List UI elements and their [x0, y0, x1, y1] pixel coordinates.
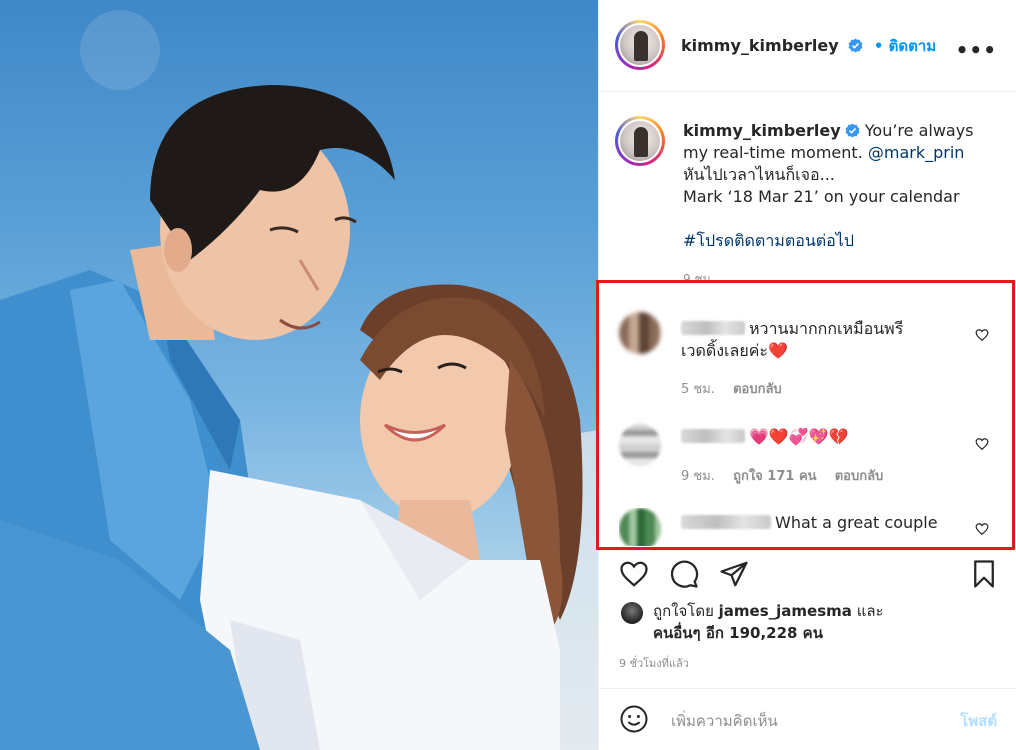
- caption-username[interactable]: kimmy_kimberley: [683, 121, 841, 140]
- comment-like-heart-icon[interactable]: [975, 437, 989, 451]
- header-user-line: kimmy_kimberley • ติดตาม: [681, 34, 936, 58]
- couple-photo-illustration: [0, 10, 598, 750]
- caption-avatar[interactable]: [615, 116, 665, 166]
- comment-text: What a great couple: [775, 513, 938, 532]
- author-avatar[interactable]: [615, 20, 665, 70]
- comment-item: หวานมากกกเหมือนพรีเวดดิ้งเลยค่ะ❤️ 5 ชม. …: [619, 312, 999, 402]
- likes-text: ถูกใจโดย james_jamesma และ คนอื่นๆ อีก 1…: [653, 600, 993, 644]
- post-photo[interactable]: [0, 0, 598, 750]
- caption-hashtag-link[interactable]: #โปรดติดตามตอนต่อไป: [683, 231, 854, 250]
- comment-text: 💗❤️💞💖💔: [749, 427, 849, 446]
- header-username[interactable]: kimmy_kimberley: [681, 36, 839, 55]
- share-paper-plane-icon[interactable]: [719, 559, 749, 589]
- liker-avatar[interactable]: [621, 602, 643, 624]
- comment-text-block: 💗❤️💞💖💔: [681, 426, 941, 448]
- comment-like-heart-icon[interactable]: [975, 522, 989, 536]
- comment-text-block: What a great couple: [681, 512, 941, 534]
- post-header: kimmy_kimberley • ติดตาม •••: [599, 0, 1016, 92]
- comment-item: What a great couple: [619, 508, 999, 546]
- comment-meta: 9 ชม. ถูกใจ 171 คน ตอบกลับ: [681, 465, 897, 486]
- comment-bubble-icon[interactable]: [669, 559, 699, 589]
- comment-reply-button[interactable]: ตอบกลับ: [733, 382, 782, 397]
- comment-likes-count[interactable]: ถูกใจ 171 คน: [733, 469, 816, 484]
- comment-text-block: หวานมากกกเหมือนพรีเวดดิ้งเลยค่ะ❤️: [681, 318, 941, 362]
- comment-avatar[interactable]: [619, 508, 661, 546]
- comment-avatar[interactable]: [619, 424, 661, 466]
- caption-mention-link[interactable]: @mark_prin: [868, 143, 965, 162]
- add-comment-bar: เพิ่มความคิดเห็น โพสต์: [599, 688, 1016, 750]
- blurred-username[interactable]: [681, 515, 771, 529]
- likes-and: และ: [856, 602, 884, 620]
- caption-line2: หันไปเวลาไหนก็เจอ...: [683, 165, 835, 184]
- comment-reply-button[interactable]: ตอบกลับ: [835, 469, 884, 484]
- more-options-button[interactable]: •••: [956, 38, 997, 62]
- verified-badge-icon: [845, 123, 860, 138]
- posted-time[interactable]: 9 ชั่วโมงที่แล้ว: [619, 654, 689, 672]
- comment-meta: 5 ชม. ตอบกลับ: [681, 378, 796, 399]
- follow-button[interactable]: • ติดตาม: [874, 37, 936, 55]
- post-comment-button[interactable]: โพสต์: [960, 709, 997, 733]
- comment-time[interactable]: 5 ชม.: [681, 382, 715, 397]
- post-side-panel: kimmy_kimberley • ติดตาม ••• kimmy_kimbe…: [598, 0, 1016, 750]
- caption-line3: Mark ‘18 Mar 21’ on your calendar: [683, 187, 960, 206]
- verified-badge-icon: [848, 38, 863, 53]
- like-heart-icon[interactable]: [619, 559, 649, 589]
- likes-prefix: ถูกใจโดย: [653, 602, 714, 620]
- comment-item: 💗❤️💞💖💔 9 ชม. ถูกใจ 171 คน ตอบกลับ: [619, 424, 999, 484]
- post-actions-bar: [599, 552, 1016, 596]
- caption-time: 9 ชม.: [683, 272, 715, 286]
- comment-time[interactable]: 9 ชม.: [681, 469, 715, 484]
- post-caption: kimmy_kimberley You’re always my real-ti…: [683, 120, 993, 252]
- liker-username[interactable]: james_jamesma: [719, 602, 852, 620]
- comment-like-heart-icon[interactable]: [975, 328, 989, 342]
- blurred-username[interactable]: [681, 429, 745, 443]
- comment-input[interactable]: เพิ่มความคิดเห็น: [671, 709, 778, 733]
- save-bookmark-icon[interactable]: [969, 559, 999, 589]
- blurred-username[interactable]: [681, 321, 745, 335]
- comment-avatar[interactable]: [619, 312, 661, 354]
- emoji-smiley-icon[interactable]: [619, 704, 649, 734]
- likes-others-count[interactable]: คนอื่นๆ อีก 190,228 คน: [653, 624, 823, 642]
